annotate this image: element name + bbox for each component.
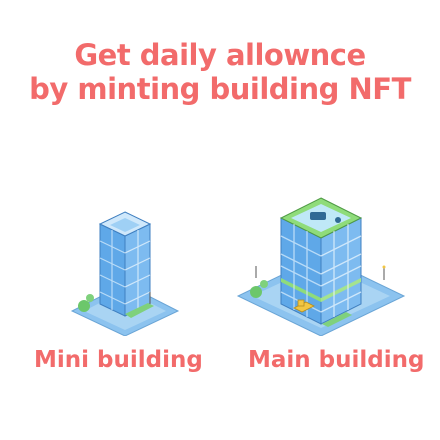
- main-building-illustration: [236, 196, 406, 336]
- mini-building-graphic: [70, 211, 180, 336]
- main-building-graphic: [236, 197, 406, 336]
- mini-building-illustration: [70, 196, 180, 336]
- main-building-label: Main building: [248, 347, 425, 373]
- headline-line-2: by minting building NFT: [29, 72, 411, 106]
- headline: Get daily allownce by minting building N…: [0, 38, 440, 106]
- mini-building-label: Mini building: [34, 347, 203, 373]
- headline-line-1: Get daily allownce: [74, 38, 366, 72]
